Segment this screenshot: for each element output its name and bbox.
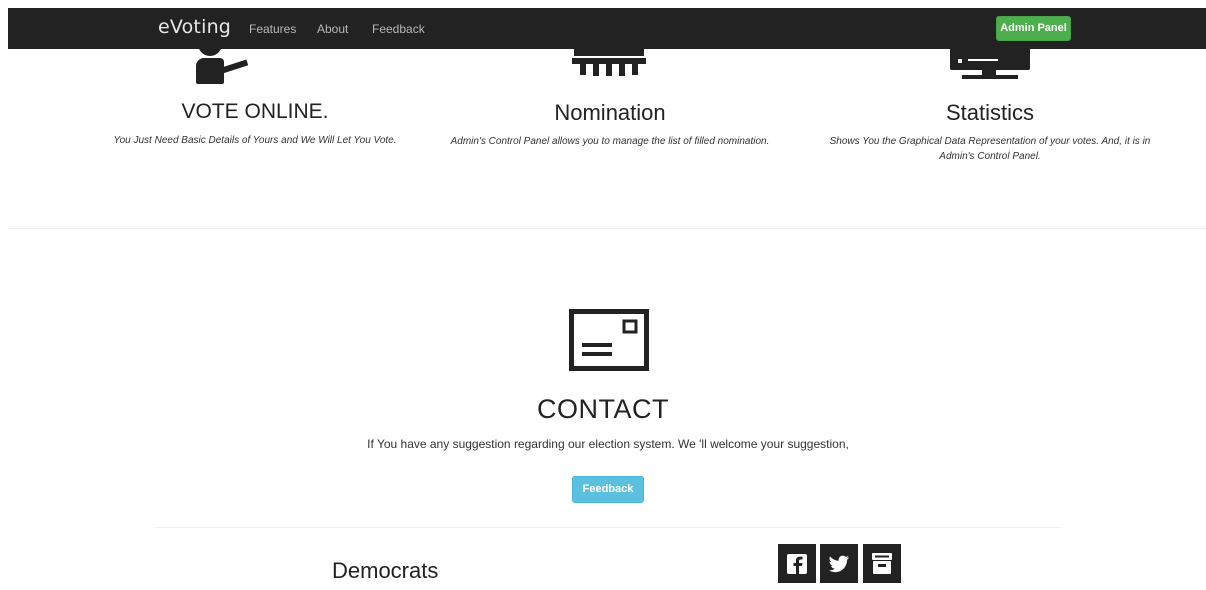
facebook-icon[interactable]: [778, 544, 816, 583]
footer-brand: Democrats: [332, 558, 439, 583]
navbar: eVoting Features About Feedback Admin Pa…: [8, 8, 1206, 49]
admin-panel-button[interactable]: Admin Panel: [996, 16, 1071, 41]
page: VOTE ONLINE. You Just Need Basic Details…: [0, 0, 1206, 590]
nav-link-features[interactable]: Features: [249, 22, 296, 36]
feature-description: Admin's Control Panel allows you to mana…: [450, 136, 770, 147]
nav-link-about[interactable]: About: [317, 22, 348, 36]
archive-icon[interactable]: [863, 544, 901, 583]
twitter-icon[interactable]: [820, 544, 858, 583]
envelope-icon: [569, 309, 649, 371]
feature-statistics: Statistics Shows You the Graphical Data …: [800, 100, 1180, 164]
feature-title: Nomination: [554, 100, 666, 125]
feature-nomination: Nomination Admin's Control Panel allows …: [400, 100, 820, 149]
section-divider: [8, 228, 1206, 229]
feature-description-line: Admin's Control Panel.: [939, 151, 1041, 162]
feature-description: Shows You the Graphical Data Representat…: [800, 134, 1180, 164]
brand-logo[interactable]: eVoting: [158, 16, 231, 38]
footer-divider: [155, 527, 1061, 528]
nav-link-feedback[interactable]: Feedback: [372, 22, 425, 36]
feature-title: Statistics: [945, 100, 1035, 125]
contact-title: CONTACT: [537, 394, 669, 424]
feedback-button[interactable]: Feedback: [572, 476, 644, 503]
feature-description-line: Shows You the Graphical Data Representat…: [829, 136, 1151, 147]
contact-text: If You have any suggestion regarding our…: [367, 437, 849, 451]
